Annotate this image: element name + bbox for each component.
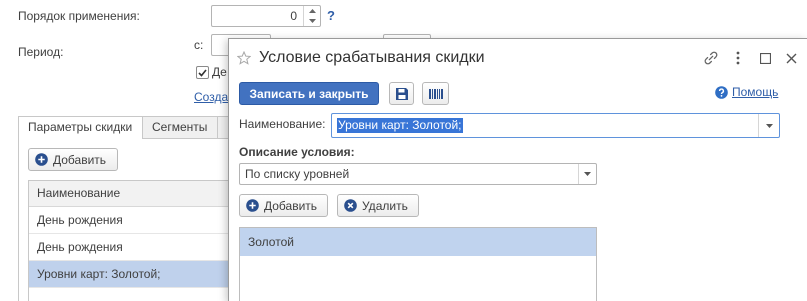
condition-select[interactable]: По списку уровней: [239, 163, 597, 185]
condition-select-value[interactable]: По списку уровней: [245, 167, 349, 182]
spinner-buttons[interactable]: [303, 6, 320, 26]
cross-circle-icon: [344, 199, 357, 212]
condition-dialog: Условие срабатывания скидки Записать и з…: [228, 38, 807, 301]
discount-table: Наименование День рождения День рождения…: [28, 180, 248, 301]
more-icon[interactable]: [734, 50, 742, 66]
plus-circle-icon: [35, 153, 48, 166]
create-link[interactable]: Созда: [194, 90, 228, 105]
chevron-down-icon[interactable]: [758, 114, 779, 137]
period-label: Период:: [18, 45, 64, 59]
tab-discount-params[interactable]: Параметры скидки: [18, 116, 143, 139]
condition-label: Описание условия:: [239, 145, 355, 159]
chevron-down-icon[interactable]: [578, 164, 596, 184]
delete-level-label: Удалить: [362, 198, 408, 213]
save-and-close-button[interactable]: Записать и закрыть: [239, 82, 379, 105]
tab-segments[interactable]: Сегменты: [143, 116, 218, 138]
help-link[interactable]: Помощь: [715, 85, 778, 100]
star-icon[interactable]: [237, 51, 251, 65]
maximize-icon[interactable]: [759, 52, 771, 64]
column-header-name[interactable]: Наименование: [29, 181, 247, 207]
help-icon: [715, 86, 728, 99]
link-icon[interactable]: [703, 50, 719, 66]
levels-list: Золотой: [239, 227, 597, 301]
table-row[interactable]: День рождения: [29, 207, 247, 234]
checkmark-icon: [198, 68, 207, 77]
save-icon: [395, 87, 408, 100]
add-button-label: Добавить: [53, 152, 107, 167]
add-level-button[interactable]: Добавить: [239, 194, 328, 217]
save-and-close-label: Записать и закрыть: [249, 86, 369, 101]
name-field[interactable]: Уровни карт: Золотой;: [331, 113, 780, 138]
save-button[interactable]: [389, 82, 414, 105]
table-row[interactable]: День рождения: [29, 234, 247, 261]
add-level-label: Добавить: [264, 198, 318, 213]
option-checkbox-label[interactable]: Де: [212, 65, 227, 80]
name-label: Наименование:: [239, 117, 326, 131]
help-link-label[interactable]: Помощь: [732, 85, 778, 100]
table-row[interactable]: Уровни карт: Золотой;: [29, 261, 247, 288]
option-checkbox[interactable]: [196, 66, 209, 79]
period-from-label: с:: [194, 38, 204, 52]
close-icon[interactable]: [785, 52, 797, 64]
plus-circle-icon: [246, 199, 259, 212]
name-field-value[interactable]: Уровни карт: Золотой;: [337, 118, 463, 133]
spin-down-icon[interactable]: [304, 16, 320, 26]
delete-level-button[interactable]: Удалить: [337, 194, 419, 217]
order-help-link[interactable]: ?: [327, 8, 335, 23]
barcode-button[interactable]: [422, 82, 449, 105]
list-item[interactable]: Золотой: [240, 228, 596, 256]
dialog-title: Условие срабатывания скидки: [259, 49, 485, 66]
add-button[interactable]: Добавить: [28, 148, 118, 171]
tab-bar: Параметры скидки Сегменты: [18, 116, 248, 139]
order-value[interactable]: 0: [290, 9, 297, 24]
order-spinner[interactable]: 0: [211, 5, 321, 27]
spin-up-icon[interactable]: [304, 6, 320, 16]
order-label: Порядок применения:: [18, 9, 140, 23]
barcode-icon: [428, 88, 443, 99]
